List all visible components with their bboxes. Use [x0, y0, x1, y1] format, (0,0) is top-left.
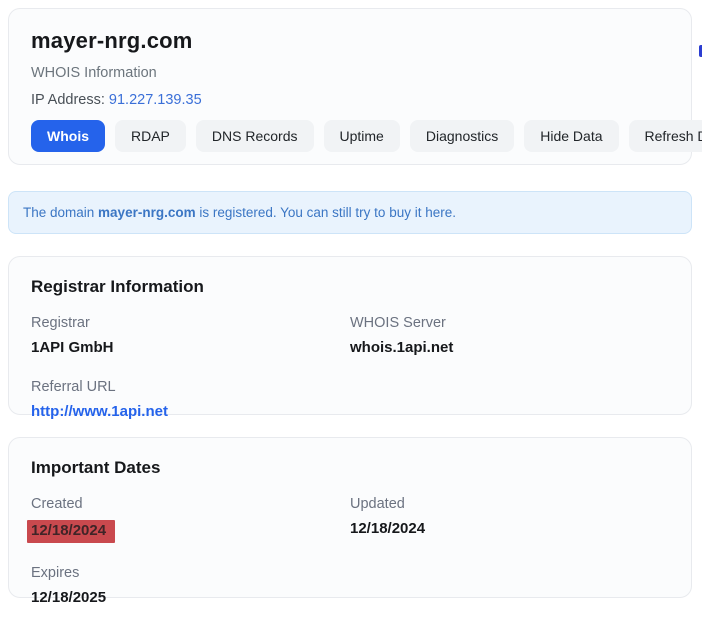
field-label: Updated [350, 496, 669, 513]
notice-middle: is registered. You can still try to buy … [196, 205, 426, 220]
field-label: Registrar [31, 315, 350, 332]
field-label: WHOIS Server [350, 315, 669, 332]
notice-prefix: The domain [23, 205, 98, 220]
tab-refresh-data[interactable]: Refresh Data [629, 120, 702, 152]
field-created: Created 12/18/2024 [31, 496, 350, 543]
field-referral-url: Referral URL http://www.1api.net [31, 379, 350, 421]
registrar-information-card: Registrar Information Registrar 1API Gmb… [8, 256, 692, 415]
field-value: http://www.1api.net [31, 403, 350, 421]
dates-field-grid: Created 12/18/2024 Updated 12/18/2024 Ex… [31, 496, 669, 607]
notice-domain: mayer-nrg.com [98, 205, 196, 220]
field-label: Created [31, 496, 350, 513]
important-dates-card: Important Dates Created 12/18/2024 Updat… [8, 437, 692, 598]
field-value: 1API GmbH [31, 339, 350, 357]
dates-section-title: Important Dates [31, 458, 669, 478]
registered-notice-banner: The domain mayer-nrg.com is registered. … [8, 191, 692, 234]
ip-address-label: IP Address: [31, 92, 105, 108]
registrar-field-grid: Registrar 1API GmbH WHOIS Server whois.1… [31, 315, 669, 421]
tab-whois[interactable]: Whois [31, 120, 105, 152]
page-title: mayer-nrg.com [31, 28, 669, 54]
created-date-highlight: 12/18/2024 [27, 520, 115, 543]
tab-uptime[interactable]: Uptime [324, 120, 400, 152]
tab-rdap[interactable]: RDAP [115, 120, 186, 152]
tab-hide-data[interactable]: Hide Data [524, 120, 618, 152]
buy-here-link[interactable]: here [425, 205, 452, 220]
field-expires: Expires 12/18/2025 [31, 565, 350, 607]
whois-subtitle: WHOIS Information [31, 65, 669, 82]
domain-overview-card: mayer-nrg.com WHOIS Information IP Addre… [8, 8, 692, 165]
field-updated: Updated 12/18/2024 [350, 496, 669, 543]
notice-suffix: . [452, 205, 456, 220]
action-tab-bar: Whois RDAP DNS Records Uptime Diagnostic… [31, 120, 669, 152]
field-registrar: Registrar 1API GmbH [31, 315, 350, 357]
ip-address-link[interactable]: 91.227.139.35 [109, 92, 202, 108]
ip-address-row: IP Address: 91.227.139.35 [31, 92, 669, 109]
tab-diagnostics[interactable]: Diagnostics [410, 120, 514, 152]
field-label: Expires [31, 565, 350, 582]
field-label: Referral URL [31, 379, 350, 396]
field-value: 12/18/2024 [31, 520, 350, 543]
notice-text: The domain mayer-nrg.com is registered. … [23, 205, 456, 220]
field-value: whois.1api.net [350, 339, 669, 357]
field-value: 12/18/2024 [350, 520, 669, 538]
tab-dns-records[interactable]: DNS Records [196, 120, 314, 152]
field-value: 12/18/2025 [31, 589, 350, 607]
registrar-section-title: Registrar Information [31, 277, 669, 297]
referral-url-link[interactable]: http://www.1api.net [31, 403, 168, 420]
field-whois-server: WHOIS Server whois.1api.net [350, 315, 669, 357]
